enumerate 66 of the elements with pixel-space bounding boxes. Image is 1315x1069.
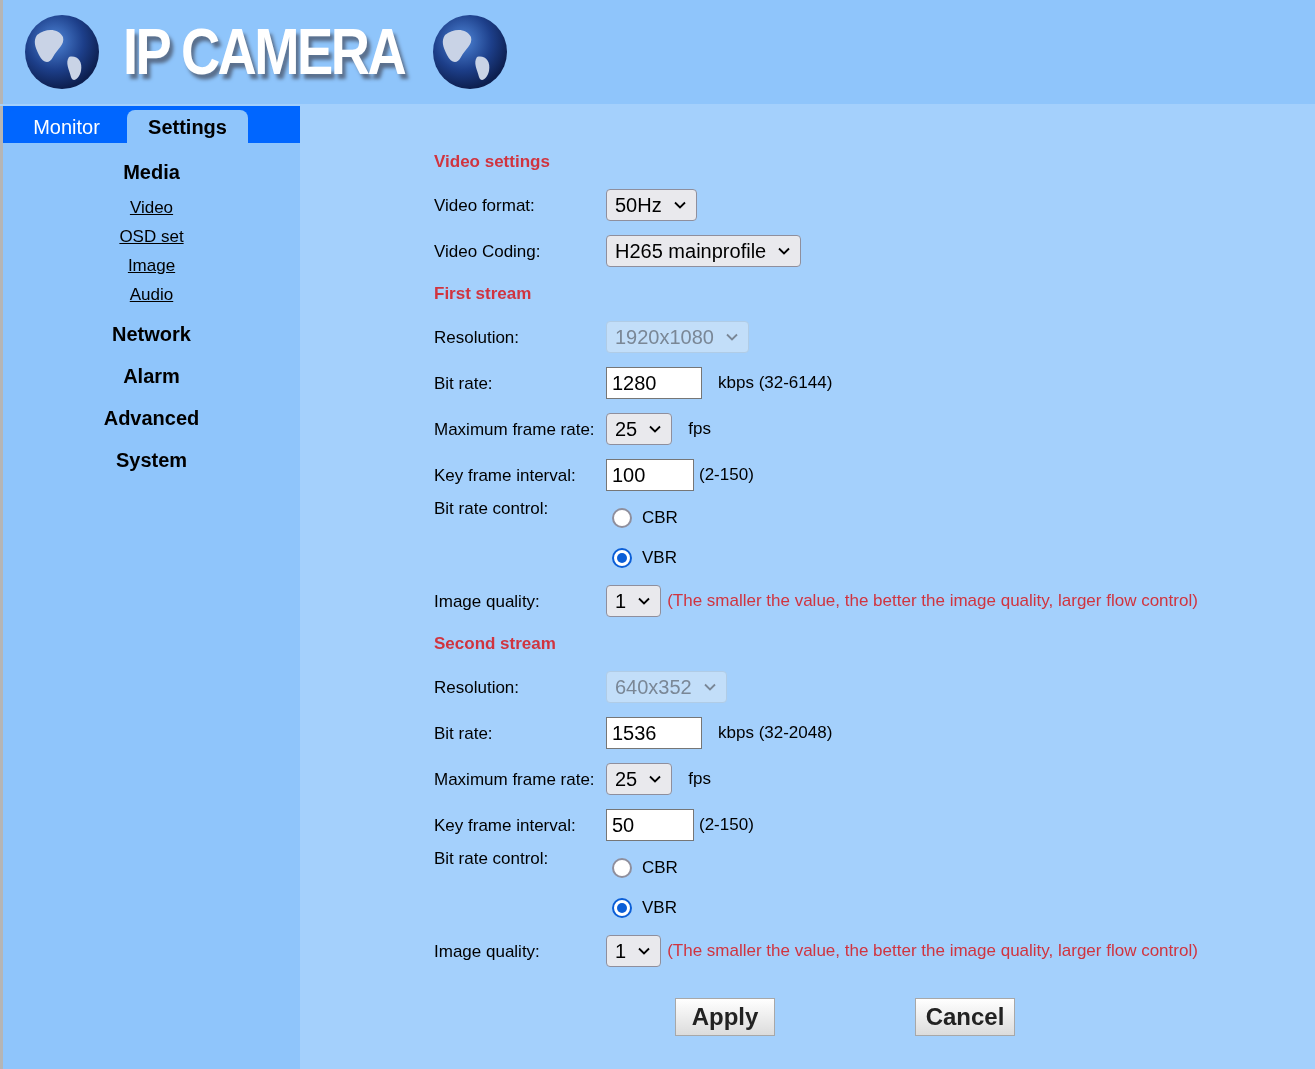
unit-text: kbps (32-2048) [718, 722, 833, 745]
chevron-down-icon [649, 425, 662, 433]
menu-heading[interactable]: Network [112, 313, 191, 355]
chevron-down-icon [649, 775, 662, 783]
radio-label: CBR [642, 507, 678, 530]
text-field[interactable]: 1280 [606, 367, 702, 399]
field-label: Key frame interval: [434, 464, 577, 486]
field-label: Video format: [434, 194, 536, 216]
field-label: Bit rate control: [434, 498, 550, 519]
menu-link[interactable]: Image [127, 251, 176, 280]
radio-button[interactable] [612, 858, 632, 878]
menu-heading[interactable]: Media [123, 151, 180, 193]
chevron-down-icon [638, 947, 651, 955]
hint-text: (The smaller the value, the better the image quality, larger flow control) [667, 940, 1198, 963]
section-heading: First stream [434, 283, 532, 306]
chevron-down-icon [673, 201, 686, 209]
tab[interactable]: Settings [127, 110, 248, 143]
chevron-down-icon [778, 247, 791, 255]
radio-button[interactable] [612, 898, 632, 918]
globe-icon [430, 13, 509, 91]
radio-label: VBR [642, 897, 677, 920]
globe-icon [23, 13, 101, 91]
chevron-down-icon [726, 333, 738, 341]
menu-heading[interactable]: Alarm [123, 355, 180, 397]
menu-link[interactable]: Audio [129, 280, 174, 309]
menu-heading[interactable]: System [115, 439, 188, 481]
text-field[interactable]: 50 [606, 809, 694, 841]
section-heading: Second stream [434, 633, 556, 656]
unit-text: fps [688, 768, 711, 791]
dropdown[interactable]: 1 [606, 585, 662, 617]
dropdown[interactable]: 50Hz [606, 189, 697, 221]
dropdown[interactable]: 1 [606, 935, 662, 967]
hint-text: (The smaller the value, the better the image quality, larger flow control) [667, 590, 1198, 613]
dropdown[interactable]: 25 [606, 413, 673, 445]
radio-label: VBR [642, 547, 677, 570]
field-label: Resolution: [434, 676, 521, 698]
range-text: (2-150) [699, 464, 754, 487]
chevron-down-icon [703, 683, 716, 691]
field-label: Maximum frame rate: [434, 418, 596, 440]
text-field[interactable]: 1536 [606, 717, 702, 749]
text-field[interactable]: 100 [606, 459, 694, 491]
field-label: Maximum frame rate: [434, 768, 596, 790]
unit-text: kbps (32-6144) [718, 372, 833, 395]
range-text: (2-150) [699, 814, 754, 837]
chevron-down-icon [638, 597, 651, 605]
field-label: Bit rate: [434, 372, 494, 394]
menu-link[interactable]: OSD set [119, 222, 184, 251]
field-label: Bit rate: [434, 722, 494, 744]
section-heading: Video settings [434, 151, 550, 174]
radio-button[interactable] [612, 548, 632, 568]
logo-text: IP CAMERA [123, 20, 405, 84]
action-button[interactable]: Apply [675, 998, 775, 1036]
unit-text: fps [688, 418, 711, 441]
field-label: Image quality: [434, 590, 541, 612]
dropdown[interactable]: 25 [606, 763, 673, 795]
field-label: Image quality: [434, 940, 541, 962]
dropdown[interactable]: H265 mainprofile [606, 235, 802, 267]
field-label: Video Coding: [434, 240, 542, 262]
field-label: Bit rate control: [434, 848, 550, 869]
radio-button[interactable] [612, 508, 632, 528]
field-label: Key frame interval: [434, 814, 577, 836]
field-label: Resolution: [434, 326, 521, 348]
menu-link[interactable]: Video [129, 193, 174, 222]
radio-label: CBR [642, 857, 678, 880]
action-button[interactable]: Cancel [915, 998, 1015, 1036]
menu-heading[interactable]: Advanced [103, 397, 200, 439]
